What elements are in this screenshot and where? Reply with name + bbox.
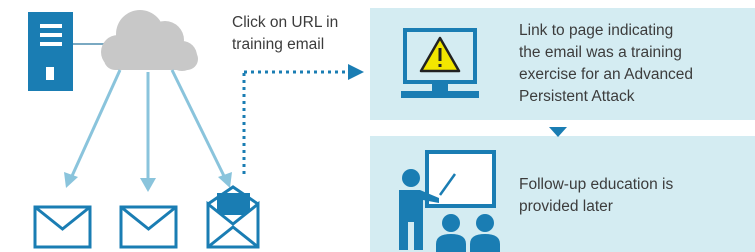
- cloud-to-mail-arrows: [70, 69, 226, 180]
- box1-line: the email was a training: [519, 44, 682, 61]
- step1-label: Click on URL in training email: [232, 12, 338, 56]
- server-icon: [28, 12, 73, 91]
- box1-line: exercise for an Advanced: [519, 66, 694, 83]
- cloud-icon: [101, 10, 198, 71]
- step1-line1: Click on URL in: [232, 14, 339, 31]
- computer-warning-icon: [401, 28, 479, 98]
- envelope-icon: [119, 205, 178, 249]
- dotted-connector: [242, 64, 364, 174]
- open-envelope-icon: [206, 185, 260, 249]
- diagram-canvas: Click on URL in training email Link to p…: [0, 0, 755, 252]
- box1-line: Link to page indicating: [519, 22, 674, 39]
- box2-line: provided later: [519, 198, 613, 215]
- training-page-text: Link to page indicating the email was a …: [519, 20, 693, 108]
- step1-line2: training email: [232, 36, 325, 53]
- box2-line: Follow-up education is: [519, 176, 674, 193]
- students-icon: [436, 214, 500, 252]
- down-arrow: [549, 127, 567, 137]
- box1-line: Persistent Attack: [519, 88, 635, 105]
- education-text: Follow-up education is provided later: [519, 174, 673, 218]
- envelope-icon: [33, 205, 92, 249]
